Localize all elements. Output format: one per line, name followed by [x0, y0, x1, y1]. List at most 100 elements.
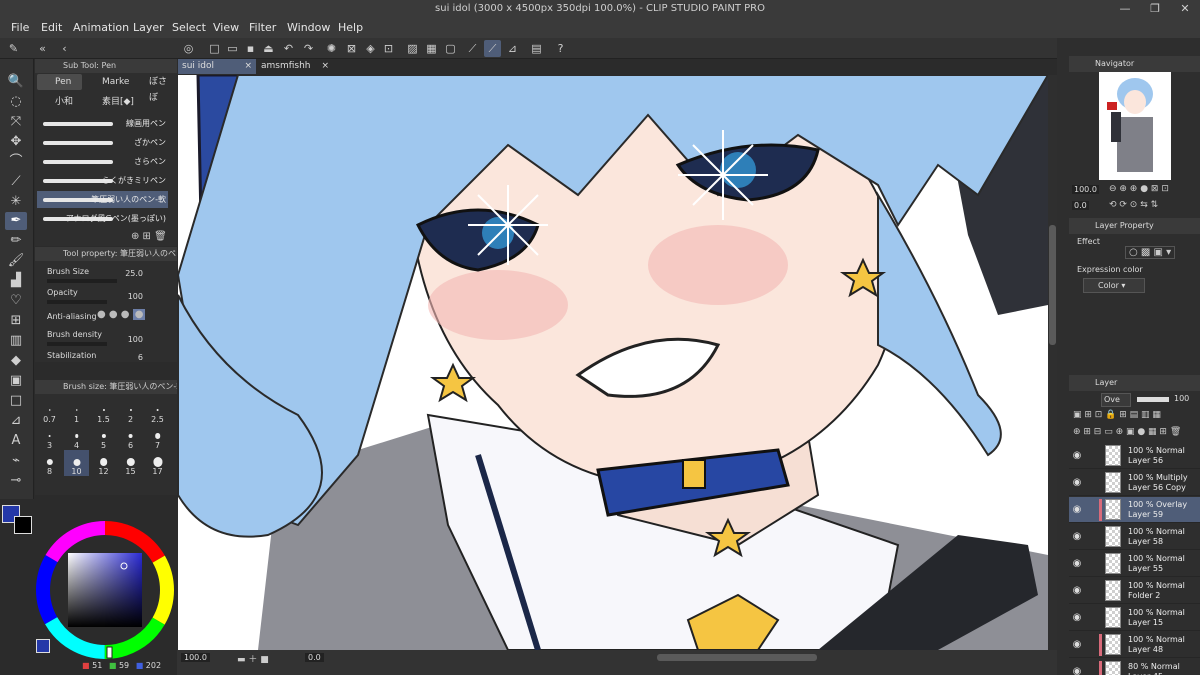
maximize-button[interactable]: ❐: [1140, 0, 1170, 18]
layer-row[interactable]: ◉ 100 % Normal Layer 48: [1069, 632, 1200, 658]
close-window-button[interactable]: ✕: [1170, 0, 1200, 18]
brush-size-cell[interactable]: 0.7: [37, 398, 62, 424]
visibility-eye-icon[interactable]: ◉: [1071, 639, 1083, 651]
visibility-eye-icon[interactable]: ◉: [1071, 666, 1083, 675]
brush-item[interactable]: さらペン: [37, 153, 168, 170]
brush-size-cell[interactable]: 10: [64, 450, 89, 476]
layer-opacity-value[interactable]: 100: [1174, 394, 1189, 403]
transform-icon[interactable]: ⊡: [380, 40, 397, 57]
canvas-vertical-scrollbar[interactable]: [1048, 75, 1057, 650]
navigator-preview[interactable]: [1099, 72, 1171, 180]
menu-view[interactable]: View: [213, 21, 239, 34]
opacity-slider[interactable]: [47, 300, 107, 304]
navigator-rotate-icons[interactable]: ⟲ ⟳ ⊙ ⇆ ⇅: [1109, 200, 1158, 210]
companion-icon[interactable]: ▤: [528, 40, 545, 57]
layer-row[interactable]: ◉ 100 % Normal Layer 15: [1069, 605, 1200, 631]
visibility-eye-icon[interactable]: ◉: [1071, 558, 1083, 570]
brush-density-slider[interactable]: [47, 342, 107, 346]
snap-grid-icon[interactable]: ⊿: [504, 40, 521, 57]
menu-window[interactable]: Window: [287, 21, 330, 34]
move-tool-icon[interactable]: ✥: [5, 133, 27, 151]
zoom-tool-icon[interactable]: 🔍: [5, 73, 27, 91]
brush-density-value[interactable]: 100: [128, 335, 143, 344]
layer-lock-icons[interactable]: ▣ ⊞ ⊡ 🔒 ⊞ ▤ ▥ ▦: [1073, 410, 1161, 420]
drawing-canvas[interactable]: [178, 75, 1048, 650]
navigator-zoom[interactable]: 100.0: [1072, 185, 1099, 194]
close-tab-icon[interactable]: ×: [244, 59, 252, 74]
layer-row[interactable]: ◉ 100 % Normal Layer 55: [1069, 551, 1200, 577]
subtool-actions-icons[interactable]: ⊕ ⊞ 🗑: [131, 231, 167, 242]
snap-line-icon[interactable]: ⟋: [464, 40, 481, 57]
brush-size-cell[interactable]: 7: [145, 424, 170, 450]
brush-size-cell[interactable]: 3: [37, 424, 62, 450]
stabilization-value[interactable]: 6: [138, 353, 143, 362]
menu-edit[interactable]: Edit: [41, 21, 62, 34]
show-selection-icon[interactable]: ▢: [442, 40, 459, 57]
visibility-eye-icon[interactable]: ◉: [1071, 477, 1083, 489]
color-wheel[interactable]: [35, 520, 175, 660]
opacity-value[interactable]: 100: [128, 292, 143, 301]
expression-color-select[interactable]: Color ▾: [1083, 278, 1145, 293]
zoom-controls-icons[interactable]: ▬ ＋ ■: [237, 652, 269, 665]
brush-size-cell[interactable]: 2: [118, 398, 143, 424]
brush-size-value[interactable]: 25.0: [125, 269, 143, 278]
layer-move-tool-icon[interactable]: ⤧: [5, 113, 27, 131]
brush-size-cell[interactable]: 12: [91, 450, 116, 476]
expand-icon[interactable]: «: [34, 40, 51, 57]
scroll-thumb[interactable]: [1049, 225, 1056, 345]
tab-bosabo[interactable]: ぼさぼ: [131, 74, 175, 103]
ruler-tool-icon[interactable]: ⊿: [5, 412, 27, 430]
menu-layer[interactable]: Layer: [133, 21, 164, 34]
visibility-eye-icon[interactable]: ◉: [1071, 450, 1083, 462]
brush-size-cell[interactable]: 2.5: [145, 398, 170, 424]
menu-filter[interactable]: Filter: [249, 21, 276, 34]
sub-color-swatch[interactable]: [14, 516, 32, 534]
menu-animation[interactable]: Animation: [73, 21, 129, 34]
pen-icon[interactable]: ✎: [5, 40, 22, 57]
brush-item-selected[interactable]: 筆圧弱い人のペン-軟: [37, 191, 168, 208]
hue-cursor[interactable]: [106, 646, 113, 659]
airbrush-tool-icon[interactable]: ▟: [5, 272, 27, 290]
brush-size-cell[interactable]: 17: [145, 450, 170, 476]
horizontal-scroll-thumb[interactable]: [657, 654, 817, 661]
figure-tool-icon[interactable]: ⊞: [5, 312, 27, 330]
zoom-value[interactable]: 100.0: [181, 653, 210, 662]
visibility-eye-icon[interactable]: ◉: [1071, 612, 1083, 624]
save-icon[interactable]: ▪: [242, 40, 259, 57]
brush-item[interactable]: ざかペン: [37, 134, 168, 151]
deselect-icon[interactable]: ▨: [404, 40, 421, 57]
layer-row[interactable]: ◉ 100 % Multiply Layer 56 Copy: [1069, 470, 1200, 496]
pencil-tool-icon[interactable]: ✏: [5, 232, 27, 250]
loading-icon[interactable]: ✺: [323, 40, 340, 57]
layer-row[interactable]: ◉ 100 % Normal Folder 2: [1069, 578, 1200, 604]
layer-action-icons[interactable]: ⊕ ⊞ ⊟ ▭ ⊕ ▣ ● ▦ ⊞ 🗑: [1073, 427, 1181, 437]
fill-icon[interactable]: ◈: [362, 40, 379, 57]
eyedropper-tool-icon[interactable]: ⟋: [5, 173, 27, 191]
brush-size-cell[interactable]: 4: [64, 424, 89, 450]
brush-tool-icon[interactable]: 🖌: [5, 252, 27, 270]
balloon-tool-icon[interactable]: ⌁: [5, 452, 27, 470]
visibility-eye-icon[interactable]: ◉: [1071, 531, 1083, 543]
lasso-tool-icon[interactable]: ⌒: [5, 153, 27, 171]
clear-icon[interactable]: ⊠: [343, 40, 360, 57]
tab-sui-idol[interactable]: sui idol ×: [178, 59, 256, 74]
blend-tool-icon[interactable]: ▥: [5, 332, 27, 350]
brush-size-cell[interactable]: 5: [91, 424, 116, 450]
layer-row[interactable]: ◉ 100 % Normal Layer 58: [1069, 524, 1200, 550]
brush-size-cell[interactable]: 1.5: [91, 398, 116, 424]
visibility-eye-icon[interactable]: ◉: [1071, 585, 1083, 597]
close-tab-icon[interactable]: ×: [321, 59, 329, 74]
invert-selection-icon[interactable]: ▦: [423, 40, 440, 57]
menu-help[interactable]: Help: [338, 21, 363, 34]
collapse-icon[interactable]: ‹: [56, 40, 73, 57]
brush-size-cell[interactable]: 6: [118, 424, 143, 450]
gradient-tool-icon[interactable]: ▣: [5, 372, 27, 390]
new-file-icon[interactable]: □: [206, 40, 223, 57]
navigator-zoom-icons[interactable]: ⊖ ⊕ ⊕ ● ⊠ ⊡: [1109, 184, 1169, 194]
brush-item[interactable]: 線画用ペン: [37, 115, 168, 132]
clip-studio-icon[interactable]: ◎: [180, 40, 197, 57]
tab-marker[interactable]: Marke: [84, 74, 129, 90]
operation-tool-icon[interactable]: ◌: [5, 93, 27, 111]
frame-tool-icon[interactable]: □: [5, 392, 27, 410]
menu-select[interactable]: Select: [172, 21, 206, 34]
